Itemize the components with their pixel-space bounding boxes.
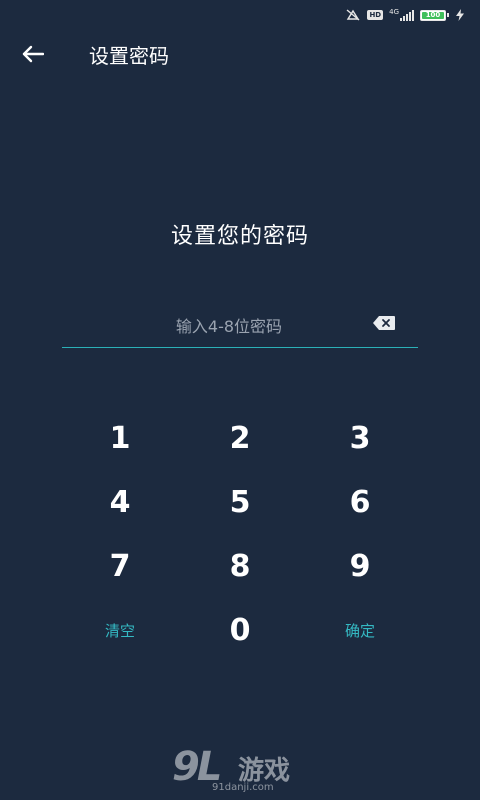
battery-level-text: 100 [425, 11, 441, 19]
page-title: 设置密码 [89, 44, 169, 68]
confirm-label: 确定 [344, 621, 375, 640]
key-4[interactable]: 4 [60, 470, 180, 534]
backspace-icon [372, 316, 396, 335]
status-bar: HD 4G 100 [0, 0, 480, 28]
key-6[interactable]: 6 [300, 470, 420, 534]
key-5[interactable]: 5 [180, 470, 300, 534]
key-label: 3 [349, 420, 371, 456]
password-input[interactable] [84, 312, 374, 340]
key-0[interactable]: 0 [180, 598, 300, 662]
clear-all-button[interactable]: 清空 [60, 598, 180, 662]
set-password-prompt: 设置您的密码 [170, 224, 309, 249]
key-label: 9 [349, 548, 371, 584]
key-label: 6 [349, 484, 371, 520]
clear-all-label: 清空 [104, 621, 135, 640]
password-field [62, 306, 418, 348]
key-7[interactable]: 7 [60, 534, 180, 598]
signal-icon: 4G [389, 7, 414, 21]
backspace-button[interactable] [372, 315, 396, 331]
no-sim-icon [345, 8, 361, 22]
key-label: 4 [109, 484, 131, 520]
key-9[interactable]: 9 [300, 534, 420, 598]
charging-icon [456, 9, 464, 21]
site-watermark: 9L 游戏 91danji.com [172, 744, 312, 796]
hd-icon: HD [367, 10, 384, 20]
numeric-keypad: 1 2 3 4 5 6 7 8 9 清空 0 确定 [60, 406, 420, 662]
app-bar: 设置密码 [0, 30, 480, 82]
key-label: 5 [229, 484, 251, 520]
key-2[interactable]: 2 [180, 406, 300, 470]
key-8[interactable]: 8 [180, 534, 300, 598]
key-1[interactable]: 1 [60, 406, 180, 470]
watermark-domain: 91danji.com [212, 782, 274, 793]
confirm-button[interactable]: 确定 [300, 598, 420, 662]
key-label: 8 [229, 548, 251, 584]
arrow-left-icon [22, 45, 45, 67]
network-type-label: 4G [389, 7, 399, 16]
key-label: 1 [109, 420, 131, 456]
status-icons: HD 4G 100 [345, 7, 464, 23]
back-button[interactable] [18, 42, 48, 70]
battery-icon: 100 [420, 9, 449, 21]
key-3[interactable]: 3 [300, 406, 420, 470]
key-label: 2 [229, 420, 251, 456]
key-label: 7 [109, 548, 131, 584]
key-label: 0 [229, 612, 251, 648]
